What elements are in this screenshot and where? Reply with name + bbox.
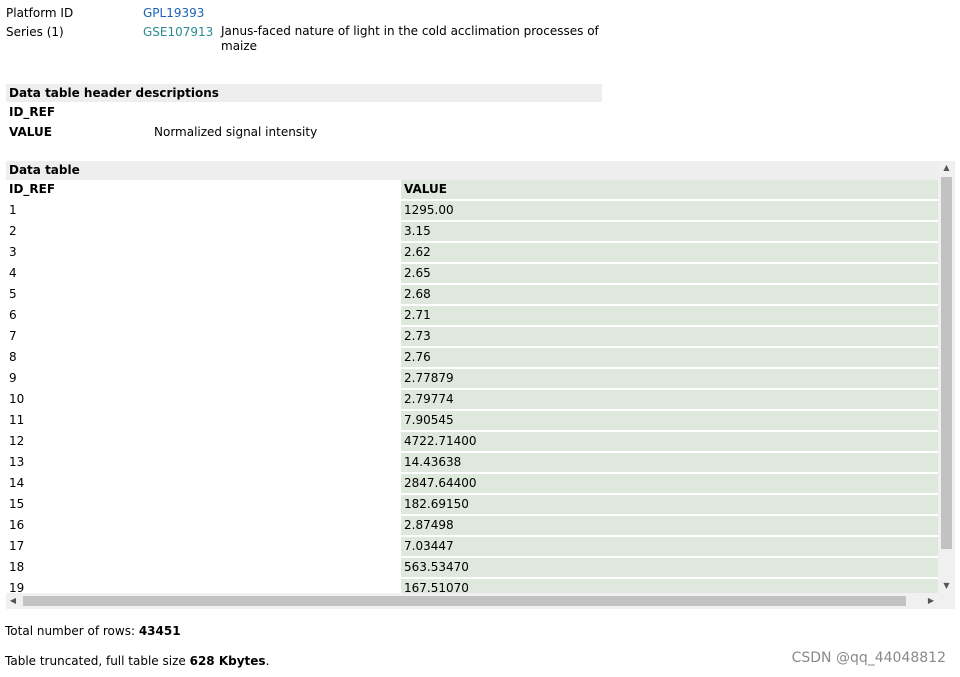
cell-id-ref: 11 — [6, 410, 401, 432]
table-row: 13 14.43638 — [6, 452, 938, 474]
table-row: 8 2.76 — [6, 347, 938, 369]
platform-row: Platform ID GPL19393 — [6, 5, 606, 21]
table-row: 12 4722.71400 — [6, 431, 938, 453]
truncation-label: Table truncated, full table size — [5, 654, 190, 668]
cell-id-ref: 15 — [6, 494, 401, 516]
cell-value: 2.76 — [400, 347, 938, 369]
cell-value: 182.69150 — [400, 494, 938, 516]
cell-id-ref: 13 — [6, 452, 401, 474]
series-row: Series (1) GSE107913 Janus-faced nature … — [6, 24, 606, 54]
horizontal-scrollbar[interactable]: ◀ ▶ — [6, 593, 938, 609]
cell-value: 3.15 — [400, 221, 938, 243]
table-row: 15 182.69150 — [6, 494, 938, 516]
scroll-right-icon[interactable]: ▶ — [924, 594, 938, 608]
full-table-size: 628 Kbytes — [189, 654, 266, 668]
cell-value: 1295.00 — [400, 200, 938, 222]
scroll-up-icon[interactable]: ▲ — [938, 161, 955, 175]
cell-id-ref: 18 — [6, 557, 401, 579]
cell-value: 167.51070 — [400, 578, 938, 593]
total-rows-line: Total number of rows: 43451 — [5, 624, 705, 638]
data-table: ID_REF VALUE 1 1295.00 2 3.15 3 2.62 4 2.65 5 2.6… — [6, 180, 938, 593]
cell-id-ref: 5 — [6, 284, 401, 306]
table-row: 19 167.51070 — [6, 578, 938, 593]
scrollbar-corner — [938, 593, 955, 609]
table-row: 6 2.71 — [6, 305, 938, 327]
header-desc-row: VALUE Normalized signal intensity — [6, 122, 602, 142]
cell-id-ref: 16 — [6, 515, 401, 537]
cell-id-ref: 17 — [6, 536, 401, 558]
cell-value: 2847.64400 — [400, 473, 938, 495]
cell-id-ref: 4 — [6, 263, 401, 285]
cell-id-ref: 9 — [6, 368, 401, 390]
scroll-down-icon[interactable]: ▼ — [938, 579, 955, 593]
cell-value: 563.53470 — [400, 557, 938, 579]
cell-id-ref: 8 — [6, 347, 401, 369]
cell-id-ref: 12 — [6, 431, 401, 453]
total-rows-value: 43451 — [138, 624, 181, 638]
table-row: 2 3.15 — [6, 221, 938, 243]
platform-id-link[interactable]: GPL19393 — [143, 5, 221, 21]
data-table-scroll-area[interactable]: ID_REF VALUE 1 1295.00 2 3.15 3 2.62 4 2.65 5 2.6… — [6, 180, 938, 593]
horizontal-scroll-thumb[interactable] — [23, 596, 906, 606]
table-row: 17 7.03447 — [6, 536, 938, 558]
cell-value: 7.03447 — [400, 536, 938, 558]
csdn-watermark: CSDN @qq_44048812 — [791, 650, 946, 666]
platform-label: Platform ID — [6, 6, 74, 20]
cell-id-ref: 14 — [6, 473, 401, 495]
cell-value: 4722.71400 — [400, 431, 938, 453]
cell-value: 2.73 — [400, 326, 938, 348]
cell-id-ref: 1 — [6, 200, 401, 222]
cell-value: 2.77879 — [400, 368, 938, 390]
cell-value: 2.87498 — [400, 515, 938, 537]
total-rows-label: Total number of rows: — [5, 624, 139, 638]
table-row: 3 2.62 — [6, 242, 938, 264]
cell-id-ref: 2 — [6, 221, 401, 243]
cell-id-ref: 7 — [6, 326, 401, 348]
table-header-row: ID_REF VALUE — [6, 180, 938, 201]
column-header-id-ref: ID_REF — [6, 180, 401, 201]
cell-value: 7.90545 — [400, 410, 938, 432]
series-id-link[interactable]: GSE107913 — [143, 24, 221, 54]
truncation-line: Table truncated, full table size 628 Kby… — [5, 654, 705, 668]
table-row: 18 563.53470 — [6, 557, 938, 579]
table-row: 11 7.90545 — [6, 410, 938, 432]
cell-id-ref: 10 — [6, 389, 401, 411]
column-header-value: VALUE — [400, 180, 938, 201]
vertical-scroll-thumb[interactable] — [941, 177, 952, 549]
table-row: 9 2.77879 — [6, 368, 938, 390]
sample-metadata: Platform ID GPL19393 Series (1) GSE10791… — [6, 5, 606, 57]
scroll-left-icon[interactable]: ◀ — [6, 594, 20, 608]
cell-id-ref: 19 — [6, 578, 401, 593]
cell-value: 2.71 — [400, 305, 938, 327]
data-table-section: Data table ID_REF VALUE 1 1295.00 2 3.15 3 2.… — [6, 161, 955, 609]
series-label: Series (1) — [6, 25, 64, 39]
vertical-scrollbar[interactable]: ▲ ▼ — [938, 161, 955, 593]
cell-value: 14.43638 — [400, 452, 938, 474]
table-row: 10 2.79774 — [6, 389, 938, 411]
cell-value: 2.79774 — [400, 389, 938, 411]
table-row: 16 2.87498 — [6, 515, 938, 537]
header-desc-value: Normalized signal intensity — [154, 125, 318, 139]
table-row: 5 2.68 — [6, 284, 938, 306]
header-desc-key: VALUE — [9, 125, 52, 139]
cell-id-ref: 3 — [6, 242, 401, 264]
cell-value: 2.65 — [400, 263, 938, 285]
header-descriptions-section: Data table header descriptions ID_REF VA… — [6, 84, 602, 142]
table-row: 4 2.65 — [6, 263, 938, 285]
cell-value: 2.62 — [400, 242, 938, 264]
table-row: 7 2.73 — [6, 326, 938, 348]
series-description: Janus-faced nature of light in the cold … — [221, 24, 599, 53]
header-desc-row: ID_REF — [6, 102, 602, 122]
header-descriptions-title: Data table header descriptions — [6, 84, 602, 102]
table-row: 1 1295.00 — [6, 200, 938, 222]
header-desc-key: ID_REF — [9, 105, 56, 119]
cell-value: 2.68 — [400, 284, 938, 306]
data-table-title: Data table — [6, 161, 941, 180]
truncation-suffix: . — [265, 654, 270, 668]
table-row: 14 2847.64400 — [6, 473, 938, 495]
cell-id-ref: 6 — [6, 305, 401, 327]
